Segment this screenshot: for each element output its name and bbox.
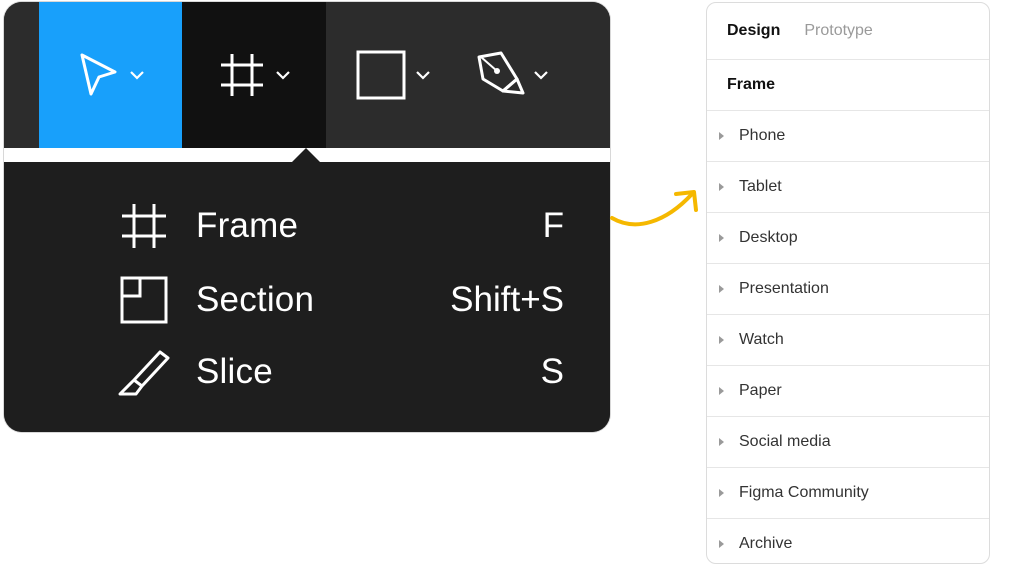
toolbar-card: Frame F Section Shift+S Slice S: [4, 2, 610, 432]
toolbar-edge: [4, 2, 40, 148]
menu-item-label: Section: [196, 280, 315, 319]
preset-label: Archive: [739, 535, 793, 552]
preset-row-social-media[interactable]: Social media: [707, 417, 989, 468]
chevron-right-icon: [719, 336, 724, 344]
menu-item-shortcut: S: [540, 352, 564, 391]
preset-row-desktop[interactable]: Desktop: [707, 213, 989, 264]
preset-label: Social media: [739, 433, 831, 450]
preset-row-phone[interactable]: Phone: [707, 111, 989, 162]
tab-design[interactable]: Design: [727, 22, 780, 40]
tab-prototype[interactable]: Prototype: [804, 22, 872, 40]
preset-row-paper[interactable]: Paper: [707, 366, 989, 417]
menu-item-label: Slice: [196, 352, 273, 391]
menu-item-shortcut: Shift+S: [450, 280, 564, 319]
pen-tool-button[interactable]: [460, 2, 610, 148]
frame-icon: [116, 198, 172, 254]
chevron-down-icon[interactable]: [415, 69, 431, 81]
chevron-right-icon: [719, 489, 724, 497]
preset-row-tablet[interactable]: Tablet: [707, 162, 989, 213]
chevron-right-icon: [719, 540, 724, 548]
preset-label: Paper: [739, 382, 782, 399]
preset-row-archive[interactable]: Archive: [707, 519, 989, 563]
preset-row-watch[interactable]: Watch: [707, 315, 989, 366]
preset-label: Presentation: [739, 280, 829, 297]
preset-label: Tablet: [739, 178, 782, 195]
chevron-right-icon: [719, 183, 724, 191]
menu-item-shortcut: F: [542, 206, 564, 245]
curved-arrow-icon: [606, 178, 706, 243]
panel-tabs: Design Prototype: [707, 3, 989, 60]
slice-icon: [116, 344, 172, 400]
pen-icon: [473, 49, 525, 101]
section-icon: [116, 272, 172, 328]
preset-row-figma-community[interactable]: Figma Community: [707, 468, 989, 519]
design-panel: Design Prototype Frame Phone Tablet Desk…: [706, 2, 990, 564]
menu-item-slice[interactable]: Slice S: [116, 344, 564, 400]
frame-icon: [217, 50, 267, 100]
preset-label: Watch: [739, 331, 784, 348]
preset-label: Phone: [739, 127, 786, 144]
preset-row-presentation[interactable]: Presentation: [707, 264, 989, 315]
frame-tool-button[interactable]: [182, 2, 326, 148]
shape-tool-button[interactable]: [325, 2, 461, 148]
move-arrow-icon: [77, 50, 121, 100]
preset-label: Desktop: [739, 229, 798, 246]
chevron-right-icon: [719, 285, 724, 293]
menu-item-frame[interactable]: Frame F: [116, 198, 564, 254]
menu-item-label: Frame: [196, 206, 299, 245]
chevron-right-icon: [719, 387, 724, 395]
rectangle-icon: [355, 49, 407, 101]
frame-tool-menu: Frame F Section Shift+S Slice S: [4, 162, 610, 432]
chevron-down-icon[interactable]: [129, 69, 145, 81]
chevron-down-icon[interactable]: [275, 69, 291, 81]
menu-item-section[interactable]: Section Shift+S: [116, 272, 564, 328]
chevron-right-icon: [719, 234, 724, 242]
move-tool-button[interactable]: [39, 2, 183, 148]
toolbar: [4, 2, 610, 148]
chevron-down-icon[interactable]: [533, 69, 549, 81]
preset-label: Figma Community: [739, 484, 869, 501]
chevron-right-icon: [719, 132, 724, 140]
section-title: Frame: [707, 60, 989, 111]
chevron-right-icon: [719, 438, 724, 446]
